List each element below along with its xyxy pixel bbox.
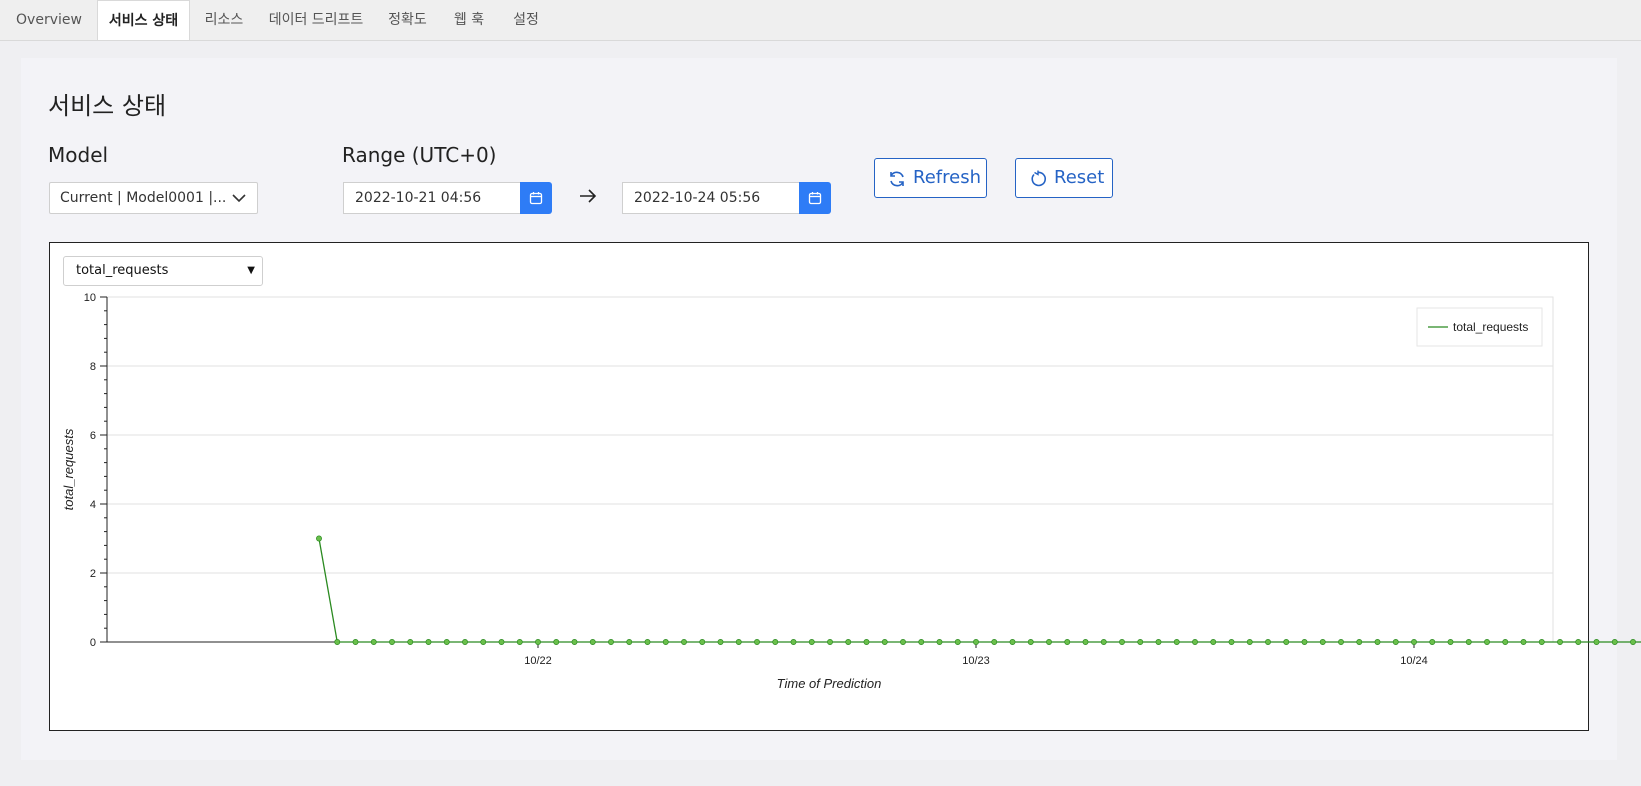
start-calendar-button[interactable]: [520, 182, 552, 214]
refresh-label: Refresh: [913, 167, 981, 188]
tab-accuracy[interactable]: 정확도: [380, 0, 435, 40]
end-calendar-button[interactable]: [799, 182, 831, 214]
metric-select[interactable]: total_requests ▼: [63, 256, 263, 286]
calendar-icon: [529, 192, 543, 205]
chevron-down-icon: [231, 183, 247, 224]
model-select[interactable]: Current | Model0001 |...: [49, 182, 258, 214]
tab-resources[interactable]: 리소스: [194, 0, 254, 40]
tab-settings[interactable]: 설정: [502, 0, 550, 40]
tab-data-drift[interactable]: 데이터 드리프트: [262, 0, 370, 40]
tab-service-status[interactable]: 서비스 상태: [97, 0, 190, 40]
chart-container: [49, 242, 1589, 731]
metric-select-value: total_requests: [76, 263, 169, 278]
model-label: Model: [48, 143, 109, 167]
start-date-input[interactable]: 2022-10-21 04:56: [343, 182, 521, 214]
tab-overview[interactable]: Overview: [5, 0, 93, 40]
reset-button[interactable]: Reset: [1015, 158, 1113, 198]
tab-bar: Overview 서비스 상태 리소스 데이터 드리프트 정확도 웹 훅 설정: [0, 0, 1641, 41]
reset-label: Reset: [1054, 167, 1105, 188]
tab-webhook[interactable]: 웹 훅: [444, 0, 494, 40]
refresh-icon: [890, 171, 904, 187]
reset-icon: [1031, 170, 1046, 187]
calendar-icon: [808, 192, 822, 205]
page-title: 서비스 상태: [48, 92, 167, 120]
caret-down-icon: ▼: [247, 265, 255, 276]
model-select-value: Current | Model0001 |...: [60, 190, 227, 206]
end-date-input[interactable]: 2022-10-24 05:56: [622, 182, 800, 214]
arrow-right-icon: [576, 184, 600, 212]
range-label: Range (UTC+0): [342, 143, 497, 167]
data-point: [1630, 639, 1636, 645]
refresh-button[interactable]: Refresh: [874, 158, 987, 198]
